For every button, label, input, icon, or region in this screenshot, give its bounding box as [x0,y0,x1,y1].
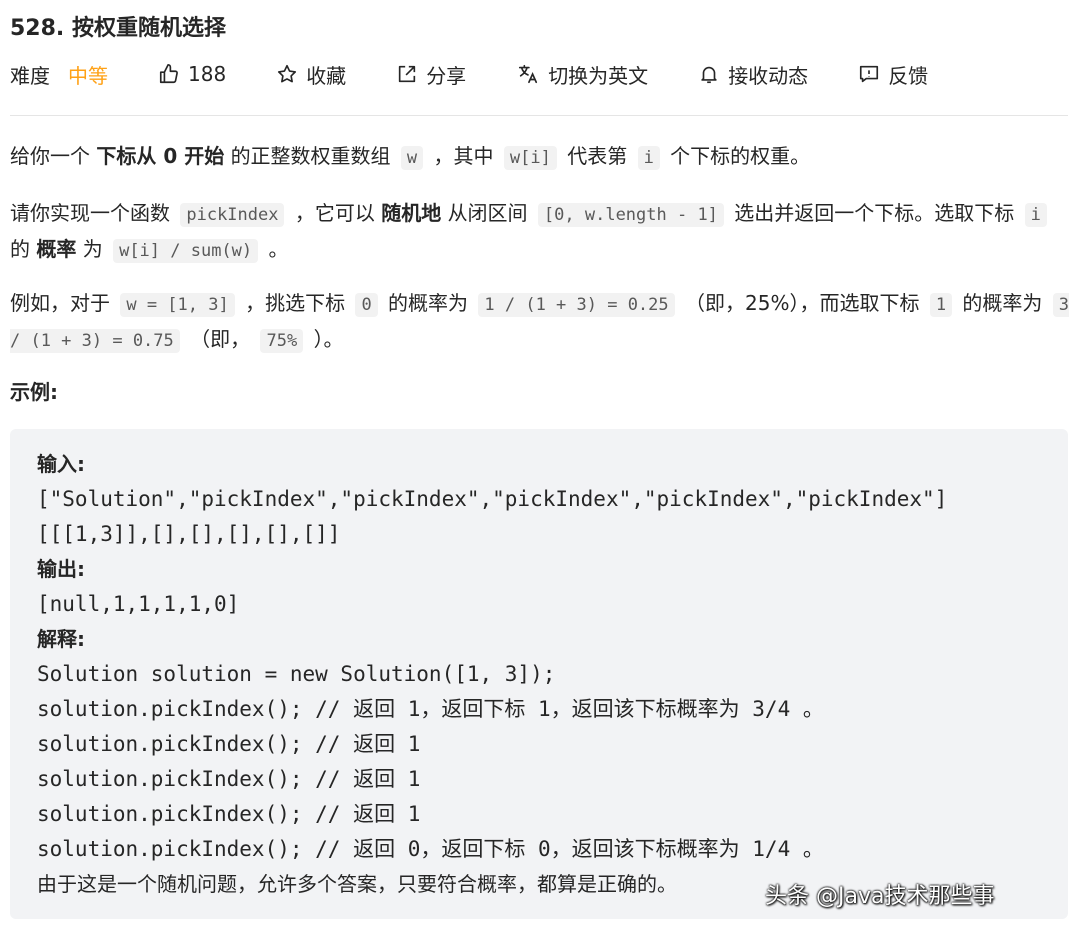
bold-text: 概率 [36,237,77,261]
text: 例如，对于 [10,291,110,315]
inline-code: 75% [260,329,304,353]
watermark: 头条 @Java技术那些事 [765,884,995,909]
text: 的概率为 [962,291,1043,315]
text: ，它可以 [294,201,375,225]
feedback-label: 反馈 [888,63,929,88]
text: 从闭区间 [447,201,528,225]
text: ，其中 [433,144,494,168]
inline-code: i [637,146,660,170]
text: 代表第 [567,144,628,168]
inline-code: 1 / (1 + 3) = 0.25 [478,293,675,317]
code-line: solution.pickIndex(); // 返回 1，返回下标 1，返回该… [37,697,824,721]
inline-code: w [400,146,424,170]
code-line: Solution solution = new Solution([1, 3])… [37,662,556,686]
code-line: solution.pickIndex(); // 返回 0，返回下标 0，返回该… [37,837,824,861]
text: 的正整数权重数组 [230,144,391,168]
text: 的 [10,237,30,261]
bold-text: 下标从 0 开始 [96,144,225,168]
difficulty: 难度 中等 [10,60,108,89]
text: ）。 [313,327,344,351]
code-line: ["Solution","pickIndex","pickIndex","pic… [37,487,948,511]
translate-icon [519,64,538,84]
thumbs-up-icon [159,64,178,84]
subscribe-label: 接收动态 [728,63,809,88]
text: （即， [190,327,251,351]
code-line: [[[1,3]],[],[],[],[],[]] [37,522,341,546]
text: 给你一个 [10,144,90,168]
example-title: 示例: [10,380,58,404]
share-label: 分享 [426,63,467,88]
text: 为 [82,237,103,261]
switch-language-button[interactable]: 切换为英文 [516,60,648,89]
inline-code: i [1024,203,1047,227]
inline-code: 1 [929,293,953,317]
output-label: 输出: [37,557,85,581]
problem-title: 528. 按权重随机选择 [10,16,226,41]
inline-code: pickIndex [180,203,285,227]
bold-text: 随机地 [381,201,442,225]
favorite-button[interactable]: 收藏 [276,60,346,89]
inline-code: 0 [355,293,378,317]
text: 的概率为 [388,291,469,315]
subscribe-button[interactable]: 接收动态 [698,60,808,89]
like-count: 188 [188,62,227,86]
share-button[interactable]: 分享 [396,60,466,89]
code-line: solution.pickIndex(); // 返回 1 [37,767,421,791]
inline-code: w = [1, 3] [120,293,235,317]
text: 。 [268,237,289,261]
problem-toolbar: 难度 中等 188 收藏 分享 切换为英文 接收动态 反馈 [10,58,978,90]
share-icon [399,65,416,83]
feedback-icon [860,65,879,83]
difficulty-value: 中等 [68,63,108,88]
text: （即，25%），而选取下标 [685,291,920,315]
code-line: [null,1,1,1,1,0] [37,592,240,616]
bell-icon [701,66,717,84]
inline-code: w[i] [503,146,557,170]
like-button[interactable]: 188 [158,62,226,86]
explanation-label: 解释: [37,627,85,651]
text: 个下标的权重。 [670,144,811,168]
code-line: solution.pickIndex(); // 返回 1 [37,732,421,756]
text: 请你实现一个函数 [10,201,170,225]
input-label: 输入: [37,452,85,476]
difficulty-label: 难度 [10,63,50,88]
favorite-label: 收藏 [306,63,347,88]
feedback-button[interactable]: 反馈 [858,60,928,89]
text: 选出并返回一个下标。选取下标 [734,201,1015,225]
description-paragraph-1: 给你一个 下标从 0 开始 的正整数权重数组 w ，其中 w[i] 代表第 i … [10,139,1070,175]
text: ，挑选下标 [245,291,346,315]
switch-language-label: 切换为英文 [548,63,649,88]
header-divider [10,115,1068,116]
description-paragraph-2: 请你实现一个函数 pickIndex ，它可以 随机地 从闭区间 [0, w.l… [10,196,1070,268]
inline-code: [0, w.length - 1] [537,203,724,227]
code-line: solution.pickIndex(); // 返回 1 [37,802,421,826]
description-paragraph-3: 例如，对于 w = [1, 3] ，挑选下标 0 的概率为 1 / (1 + 3… [10,286,1070,358]
inline-code: w[i] / sum(w) [113,239,259,263]
star-icon [278,64,297,83]
example-code-block: 输入: ["Solution","pickIndex","pickIndex",… [10,429,1068,919]
